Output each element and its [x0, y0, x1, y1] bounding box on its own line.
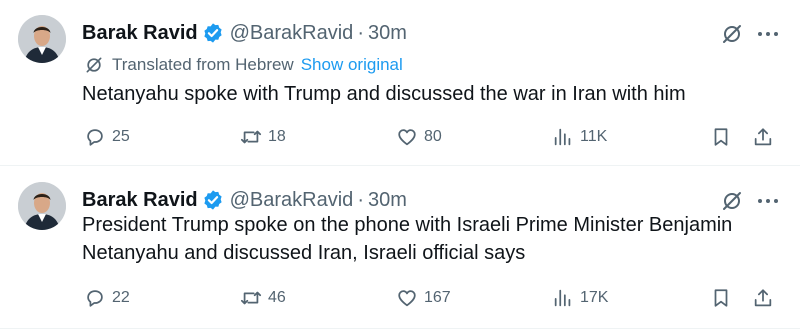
separator-dot: · [357, 188, 364, 211]
avatar[interactable] [18, 182, 66, 230]
translation-notice: Translated from Hebrew Show original [84, 54, 403, 76]
share-button[interactable] [752, 283, 774, 313]
timestamp[interactable]: 30m [368, 189, 407, 212]
tweet-divider [0, 328, 800, 329]
bookmark-icon [714, 289, 728, 307]
grok-icon[interactable] [720, 189, 744, 213]
author-handle[interactable]: @BarakRavid [230, 22, 354, 45]
share-icon [754, 128, 772, 146]
bookmark-button[interactable] [710, 122, 732, 152]
tweet-text: Netanyahu spoke with Trump and discussed… [82, 83, 686, 105]
grok-icon[interactable] [720, 22, 744, 46]
translate-icon [86, 57, 102, 73]
more-icon[interactable] [754, 189, 782, 213]
reply-button[interactable]: 22 [84, 283, 130, 313]
views-icon [554, 289, 571, 307]
repost-button[interactable]: 18 [240, 122, 286, 152]
bookmark-button[interactable] [710, 283, 732, 313]
repost-count: 46 [268, 289, 286, 306]
like-button[interactable]: 167 [396, 283, 451, 313]
reply-button[interactable]: 25 [84, 122, 130, 152]
repost-icon [240, 130, 262, 144]
views-count: 11K [580, 128, 608, 145]
show-original-link[interactable]: Show original [301, 55, 403, 75]
share-button[interactable] [752, 122, 774, 152]
reply-icon [87, 290, 103, 307]
tweet[interactable]: Barak Ravid @BarakRavid · 30m Translated… [0, 0, 800, 166]
author-name[interactable]: Barak Ravid [82, 189, 198, 212]
avatar[interactable] [18, 15, 66, 63]
author-handle[interactable]: @BarakRavid [230, 189, 354, 212]
author-name[interactable]: Barak Ravid [82, 22, 198, 45]
views-button[interactable]: 11K [552, 122, 607, 152]
reply-icon [87, 129, 103, 146]
views-count: 17K [580, 289, 609, 306]
share-icon [754, 289, 772, 307]
tweet-header: Barak Ravid @BarakRavid · 30m [82, 18, 407, 48]
like-icon [398, 290, 416, 307]
tweet-actions: 22 46 167 17K [78, 283, 788, 313]
views-button[interactable]: 17K [552, 283, 608, 313]
like-count: 80 [424, 128, 442, 145]
tweet-text: President Trump spoke on the phone with … [82, 214, 733, 264]
separator-dot: · [357, 21, 364, 44]
like-button[interactable]: 80 [396, 122, 442, 152]
views-icon [554, 128, 571, 146]
translated-label: Translated from Hebrew [112, 55, 294, 74]
tweet[interactable]: Barak Ravid @BarakRavid · 30m President … [0, 167, 800, 332]
timestamp[interactable]: 30m [368, 22, 407, 45]
repost-button[interactable]: 46 [240, 283, 286, 313]
repost-count: 18 [268, 128, 286, 145]
reply-count: 25 [112, 128, 130, 145]
repost-icon [240, 291, 262, 305]
bookmark-icon [714, 128, 728, 146]
like-count: 167 [424, 289, 451, 306]
more-icon[interactable] [754, 22, 782, 46]
tweet-divider [0, 165, 800, 166]
verified-badge-icon [204, 23, 222, 43]
verified-badge-icon [204, 190, 222, 210]
tweet-actions: 25 18 80 11K [78, 122, 788, 152]
reply-count: 22 [112, 289, 130, 306]
like-icon [398, 129, 416, 146]
